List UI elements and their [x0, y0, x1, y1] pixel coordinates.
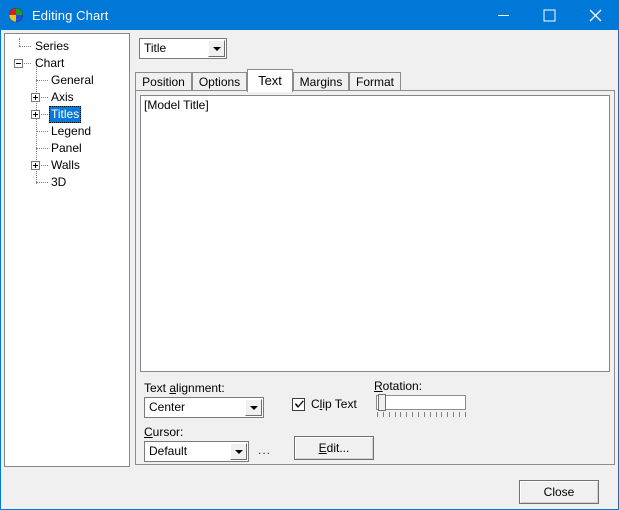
tree-node-label: Walls	[51, 158, 80, 172]
tree-line	[41, 97, 48, 99]
tree-expander-plus-icon[interactable]	[31, 110, 40, 119]
rotation-label: Rotation:	[374, 379, 423, 393]
tree-line	[41, 165, 48, 167]
chevron-down-icon[interactable]	[230, 443, 247, 460]
rotation-slider-ticks	[377, 412, 466, 418]
tree-root: Series Chart General Axis Titles Legend …	[5, 34, 129, 191]
chevron-down-icon[interactable]	[245, 399, 262, 416]
tree-node-axis[interactable]: Axis	[5, 89, 129, 106]
tree-expander-plus-icon[interactable]	[31, 93, 40, 102]
tree-node-3d[interactable]: 3D	[5, 174, 129, 191]
title-kind-value: Title	[144, 41, 167, 55]
rotation-slider-thumb[interactable]	[378, 394, 386, 411]
tree-expander-plus-icon[interactable]	[31, 161, 40, 170]
tree-line	[36, 182, 48, 184]
tab-position[interactable]: Position	[135, 72, 192, 91]
maximize-button[interactable]	[526, 1, 572, 30]
tree-expander-minus-icon[interactable]	[14, 59, 23, 68]
title-kind-select[interactable]: Title	[139, 38, 227, 59]
editing-chart-window: Editing Chart Series Chart General Axis …	[0, 0, 619, 510]
tree-node-titles[interactable]: Titles	[5, 106, 129, 123]
tree-node-label: Legend	[51, 124, 92, 138]
tree-node-label: Panel	[51, 141, 82, 155]
tab-text[interactable]: Text	[247, 69, 293, 92]
tree-node-chart[interactable]: Chart	[5, 55, 129, 72]
tree-node-label: General	[51, 73, 94, 87]
text-tab-page: [Model Title] Text alignment: Center Cur…	[135, 90, 615, 465]
tree-node-series[interactable]: Series	[5, 38, 129, 55]
checkmark-icon	[295, 400, 304, 408]
tree-line	[36, 148, 48, 150]
tree-line	[41, 114, 48, 116]
cursor-select[interactable]: Default	[144, 441, 249, 462]
tree-node-walls[interactable]: Walls	[5, 157, 129, 174]
tree-line	[19, 46, 31, 48]
clip-text-label: Clip Text	[311, 397, 357, 411]
tab-strip: Position Options Text Margins Format	[135, 69, 615, 92]
clip-text-checkbox[interactable]	[292, 398, 305, 411]
tree-node-label: Axis	[51, 90, 74, 104]
text-alignment-select[interactable]: Center	[144, 397, 264, 418]
edit-font-button[interactable]: Edit...	[294, 436, 374, 460]
minimize-button[interactable]	[480, 1, 526, 30]
tab-options[interactable]: Options	[192, 72, 247, 91]
title-text-value: [Model Title]	[144, 98, 209, 112]
maximize-icon	[543, 9, 556, 22]
tree-node-label-selected: Titles	[49, 106, 82, 123]
close-button[interactable]: Close	[519, 480, 599, 504]
chevron-down-icon[interactable]	[208, 40, 225, 57]
tab-margins[interactable]: Margins	[293, 72, 349, 91]
title-bar: Editing Chart	[1, 1, 618, 30]
tree-node-panel[interactable]: Panel	[5, 140, 129, 157]
cursor-value: Default	[149, 444, 188, 458]
tree-line	[36, 131, 48, 133]
tree-line	[36, 80, 48, 82]
teechart-sphere-icon	[8, 7, 24, 23]
tree-node-label: Chart	[35, 56, 65, 70]
text-alignment-label: Text alignment:	[144, 381, 225, 395]
tree-node-label: 3D	[51, 175, 67, 189]
rotation-slider[interactable]	[376, 394, 466, 411]
cursor-browse-button[interactable]: ...	[258, 443, 271, 457]
minimize-icon	[498, 15, 509, 16]
window-title: Editing Chart	[32, 8, 109, 23]
tree-line	[24, 63, 31, 65]
title-text-editor[interactable]: [Model Title]	[140, 95, 610, 372]
chart-element-tree[interactable]: Series Chart General Axis Titles Legend …	[4, 33, 130, 467]
tab-format[interactable]: Format	[349, 72, 401, 91]
cursor-label: Cursor:	[144, 425, 184, 439]
close-window-button[interactable]	[572, 1, 618, 30]
text-alignment-value: Center	[149, 400, 186, 414]
tree-node-label: Series	[35, 39, 70, 53]
tree-node-general[interactable]: General	[5, 72, 129, 89]
tree-node-legend[interactable]: Legend	[5, 123, 129, 140]
chart-editor-pane: Title Position Options Text Margins Form…	[133, 33, 617, 467]
close-icon	[589, 9, 602, 22]
